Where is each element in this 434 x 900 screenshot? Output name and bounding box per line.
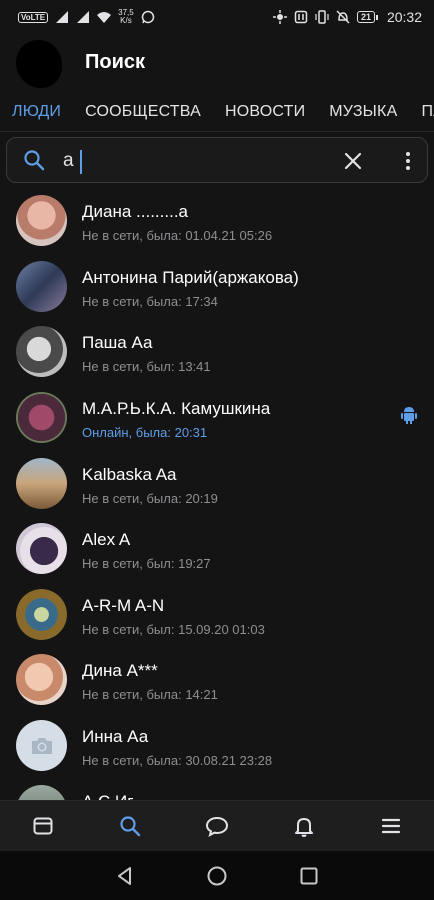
vibrate-icon bbox=[315, 10, 329, 24]
avatar bbox=[16, 654, 67, 705]
contact-name: А С Иг... bbox=[82, 792, 146, 800]
mute-bell-icon bbox=[336, 10, 350, 24]
avatar bbox=[16, 326, 67, 377]
avatar bbox=[16, 195, 67, 246]
close-icon[interactable] bbox=[342, 150, 364, 172]
contact-status: Не в сети, была: 20:19 bbox=[82, 491, 218, 506]
avatar bbox=[16, 458, 67, 509]
search-icon bbox=[24, 150, 45, 171]
network-speed: 37,5 K/s bbox=[118, 8, 134, 25]
contact-name: Kalbaska Aa bbox=[82, 465, 177, 484]
contact-status: Не в сети, была: 30.08.21 23:28 bbox=[82, 753, 273, 768]
clock: 20:32 bbox=[386, 9, 422, 25]
profile-avatar[interactable] bbox=[16, 40, 62, 88]
nfc-icon bbox=[294, 10, 308, 24]
contact-name: Паша Аа bbox=[82, 333, 153, 352]
home-icon[interactable] bbox=[206, 865, 228, 887]
header: Поиск bbox=[0, 34, 434, 94]
avatar bbox=[16, 785, 67, 800]
messages-icon bbox=[205, 816, 228, 837]
list-item[interactable]: М.А.Р.Ь.К.А. Камушкина Онлайн, была: 20:… bbox=[0, 385, 434, 451]
contact-name: A-R-M A-N bbox=[82, 596, 165, 615]
signal-icon bbox=[56, 11, 69, 23]
contact-status: Не в сети, была: 17:34 bbox=[82, 294, 218, 309]
signal-icon bbox=[77, 11, 90, 23]
avatar bbox=[16, 261, 67, 312]
list-item[interactable]: Kalbaska Aa Не в сети, была: 20:19 bbox=[0, 451, 434, 517]
search-input[interactable] bbox=[63, 146, 333, 176]
contact-name: М.А.Р.Ь.К.А. Камушкина bbox=[82, 399, 271, 418]
people-list: Диана .........а Не в сети, была: 01.04.… bbox=[0, 188, 434, 800]
whatsapp-icon bbox=[141, 10, 154, 24]
avatar bbox=[16, 589, 67, 640]
contact-status: Онлайн, была: 20:31 bbox=[82, 425, 208, 440]
tab-people[interactable]: ЛЮДИ bbox=[0, 94, 73, 131]
android-icon bbox=[401, 407, 417, 424]
tab-music[interactable]: МУЗЫКА bbox=[317, 94, 409, 131]
contact-name: Инна Аа bbox=[82, 727, 149, 746]
news-icon bbox=[33, 817, 53, 835]
contact-status: Не в сети, был: 19:27 bbox=[82, 556, 211, 571]
search-icon bbox=[120, 816, 141, 837]
list-item[interactable]: Диана .........а Не в сети, была: 01.04.… bbox=[0, 188, 434, 254]
list-item[interactable]: Паша Аа Не в сети, был: 13:41 bbox=[0, 319, 434, 385]
nav-news[interactable] bbox=[23, 806, 63, 846]
tab-news[interactable]: НОВОСТИ bbox=[213, 94, 317, 131]
volte-badge: VoLTE bbox=[18, 11, 49, 23]
contact-name: Alex A bbox=[82, 530, 131, 549]
text-caret bbox=[80, 150, 82, 174]
back-icon[interactable] bbox=[114, 865, 136, 887]
contact-status: Не в сети, был: 13:41 bbox=[82, 359, 211, 374]
contact-name: Антонина Парий(аржакова) bbox=[82, 268, 299, 287]
nav-messages[interactable] bbox=[197, 806, 237, 846]
tab-communities[interactable]: СООБЩЕСТВА bbox=[73, 94, 213, 131]
list-item[interactable]: Антонина Парий(аржакова) Не в сети, была… bbox=[0, 254, 434, 320]
nav-notifications[interactable] bbox=[284, 806, 324, 846]
search-tabs: ЛЮДИ СООБЩЕСТВА НОВОСТИ МУЗЫКА ПЛ bbox=[0, 94, 434, 132]
avatar bbox=[16, 720, 67, 771]
tab-more[interactable]: ПЛ bbox=[409, 94, 434, 131]
eye-comfort-icon bbox=[272, 10, 287, 24]
status-bar: VoLTE 37,5 K/s 21 20:32 bbox=[0, 0, 434, 34]
avatar bbox=[16, 523, 67, 574]
contact-status: Не в сети, была: 01.04.21 05:26 bbox=[82, 228, 273, 243]
contact-name: Дина А*** bbox=[82, 661, 158, 680]
contact-status: Не в сети, была: 14:21 bbox=[82, 687, 218, 702]
camera-icon bbox=[31, 737, 52, 754]
list-item[interactable]: A-R-M A-N Не в сети, был: 15.09.20 01:03 bbox=[0, 582, 434, 648]
nav-search[interactable] bbox=[110, 806, 150, 846]
list-item[interactable]: А С Иг... bbox=[0, 778, 434, 800]
list-item[interactable]: Alex A Не в сети, был: 19:27 bbox=[0, 516, 434, 582]
list-item[interactable]: Инна Аа Не в сети, была: 30.08.21 23:28 bbox=[0, 713, 434, 779]
search-bar bbox=[6, 137, 428, 183]
list-item[interactable]: Дина А*** Не в сети, была: 14:21 bbox=[0, 647, 434, 713]
avatar bbox=[16, 392, 67, 443]
system-navigation bbox=[0, 851, 434, 900]
battery-indicator: 21 bbox=[356, 11, 378, 23]
recents-icon[interactable] bbox=[298, 865, 320, 887]
more-vertical-icon[interactable] bbox=[397, 150, 419, 172]
menu-icon bbox=[381, 818, 400, 834]
bottom-navigation bbox=[0, 800, 434, 851]
contact-name: Диана .........а bbox=[82, 202, 188, 221]
wifi-icon bbox=[97, 12, 112, 23]
contact-status: Не в сети, был: 15.09.20 01:03 bbox=[82, 622, 265, 637]
nav-menu[interactable] bbox=[371, 806, 411, 846]
page-title: Поиск bbox=[85, 51, 146, 73]
notifications-icon bbox=[294, 818, 313, 837]
